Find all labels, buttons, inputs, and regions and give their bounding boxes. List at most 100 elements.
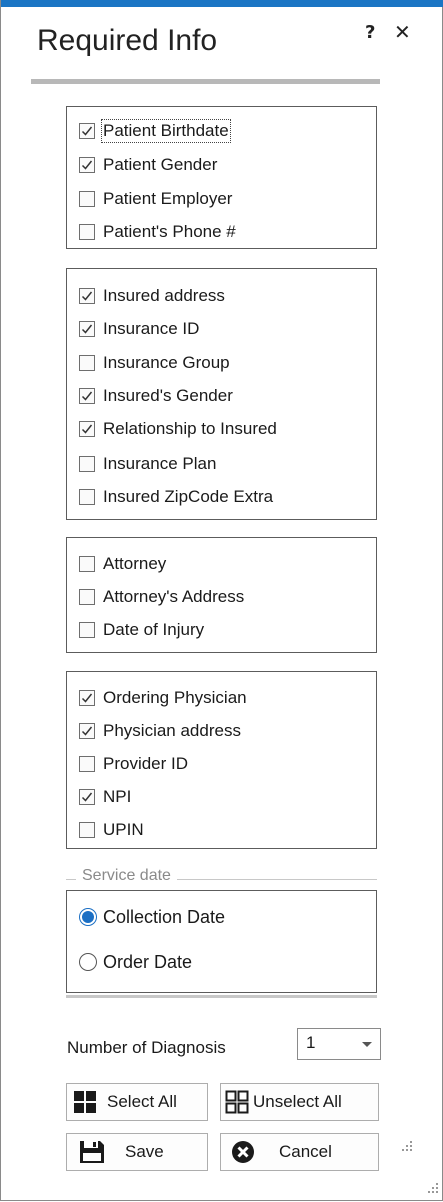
checkbox-label: Provider ID [103,754,189,773]
checkbox-box [79,690,95,706]
checkbox-patient-gender[interactable]: Patient Gender [79,153,217,177]
attorney-group: Attorney Attorney's Address Date of Inju… [66,537,377,653]
checkbox-attorney[interactable]: Attorney [79,552,166,576]
checkbox-date-of-injury[interactable]: Date of Injury [79,618,204,642]
select-all-label: Select All [107,1092,177,1111]
service-date-legend: Service date [76,867,177,885]
checkbox-label: Relationship to Insured [103,419,277,438]
checkbox-insurance-id[interactable]: Insurance ID [79,317,199,341]
title-divider [31,79,380,84]
checkbox-box [79,589,95,605]
checkbox-label: Attorney [103,554,167,573]
cancel-label: Cancel [279,1142,332,1161]
unselect-all-label: Unselect All [253,1092,342,1111]
radio-collection-date[interactable]: Collection Date [79,904,225,930]
select-all-button[interactable]: Select All [66,1083,208,1121]
check-icon [81,424,93,434]
checkbox-npi[interactable]: NPI [79,785,131,809]
radio-circle [79,953,97,971]
checkbox-label: Date of Injury [103,620,205,639]
save-button[interactable]: Save [66,1133,208,1171]
radio-selected-dot [82,911,94,923]
checkbox-physician-address[interactable]: Physician address [79,719,241,743]
radio-order-date[interactable]: Order Date [79,949,192,975]
checkbox-attorney-address[interactable]: Attorney's Address [79,585,244,609]
checkbox-ordering-physician[interactable]: Ordering Physician [79,686,247,710]
check-icon [81,324,93,334]
patient-group: Patient Birthdate Patient Gender Patient… [66,106,377,249]
radio-label: Order Date [103,951,193,972]
checkbox-box [79,191,95,207]
check-icon [81,792,93,802]
checkbox-box [79,556,95,572]
checkbox-relationship-to-insured[interactable]: Relationship to Insured [79,417,277,441]
checkbox-label: NPI [103,787,132,806]
dialog-title: Required Info [37,24,218,57]
checkbox-label: Patient's Phone # [103,222,236,241]
radio-circle [79,908,97,926]
checkbox-insured-zipcode-extra[interactable]: Insured ZipCode Extra [79,485,273,509]
checkbox-upin[interactable]: UPIN [79,818,144,842]
number-of-diagnosis-value: 1 [306,1033,316,1052]
checkbox-patient-birthdate[interactable]: Patient Birthdate [79,119,231,143]
checkbox-box [79,756,95,772]
window-accent-bar [1,0,443,7]
checkbox-box [79,723,95,739]
close-button[interactable]: ✕ [394,20,411,44]
checkbox-label: Insured's Gender [103,386,233,405]
chevron-down-icon [362,1042,372,1047]
check-icon [81,160,93,170]
number-of-diagnosis-label: Number of Diagnosis [67,1038,226,1057]
save-label: Save [125,1142,164,1161]
checkbox-patient-employer[interactable]: Patient Employer [79,187,232,211]
checkbox-box [79,157,95,173]
checkbox-insurance-plan[interactable]: Insurance Plan [79,452,216,476]
checkbox-label: Patient Birthdate [101,119,231,143]
checkbox-insured-address[interactable]: Insured address [79,284,225,308]
checkbox-box [79,388,95,404]
check-icon [81,726,93,736]
check-icon [81,693,93,703]
checkbox-label: Patient Gender [103,155,218,174]
check-icon [81,126,93,136]
help-button[interactable]: ? [365,22,375,43]
checkbox-box [79,622,95,638]
checkbox-box [79,822,95,838]
checkbox-insured-gender[interactable]: Insured's Gender [79,384,233,408]
checkbox-label: Insurance Group [103,353,230,372]
checkbox-box [79,355,95,371]
checkbox-label: Patient Employer [103,189,233,208]
check-icon [81,391,93,401]
checkbox-label: Attorney's Address [103,587,245,606]
checkbox-label: Insurance Plan [103,454,217,473]
service-date-group: Collection Date Order Date [66,890,377,993]
radio-label: Collection Date [103,906,226,927]
checkbox-label: Physician address [103,721,241,740]
unselect-all-button[interactable]: Unselect All [220,1083,379,1121]
cancel-circle-icon [232,1141,254,1163]
checkbox-label: Ordering Physician [103,688,247,707]
checkbox-box [79,421,95,437]
floppy-disk-icon [80,1141,104,1163]
cancel-button[interactable]: Cancel [220,1133,379,1171]
checkbox-box [79,288,95,304]
checkbox-label: UPIN [103,820,144,839]
grid-filled-icon [74,1091,96,1113]
checkbox-patient-phone[interactable]: Patient's Phone # [79,220,236,244]
window-resize-grip-icon[interactable] [425,1182,439,1196]
checkbox-box [79,321,95,337]
checkbox-box [79,456,95,472]
resize-grip-icon[interactable] [399,1140,413,1154]
insurance-group: Insured address Insurance ID Insurance G… [66,268,377,520]
checkbox-box [79,489,95,505]
checkbox-box [79,789,95,805]
physician-group: Ordering Physician Physician address Pro… [66,671,377,849]
check-icon [81,291,93,301]
checkbox-provider-id[interactable]: Provider ID [79,752,188,776]
checkbox-box [79,123,95,139]
number-of-diagnosis-select[interactable]: 1 [297,1028,381,1060]
required-info-dialog: Required Info ? ✕ Patient Birthdate Pati… [0,0,443,1201]
checkbox-label: Insured ZipCode Extra [103,487,274,506]
checkbox-label: Insured address [103,286,225,305]
checkbox-insurance-group[interactable]: Insurance Group [79,351,230,375]
